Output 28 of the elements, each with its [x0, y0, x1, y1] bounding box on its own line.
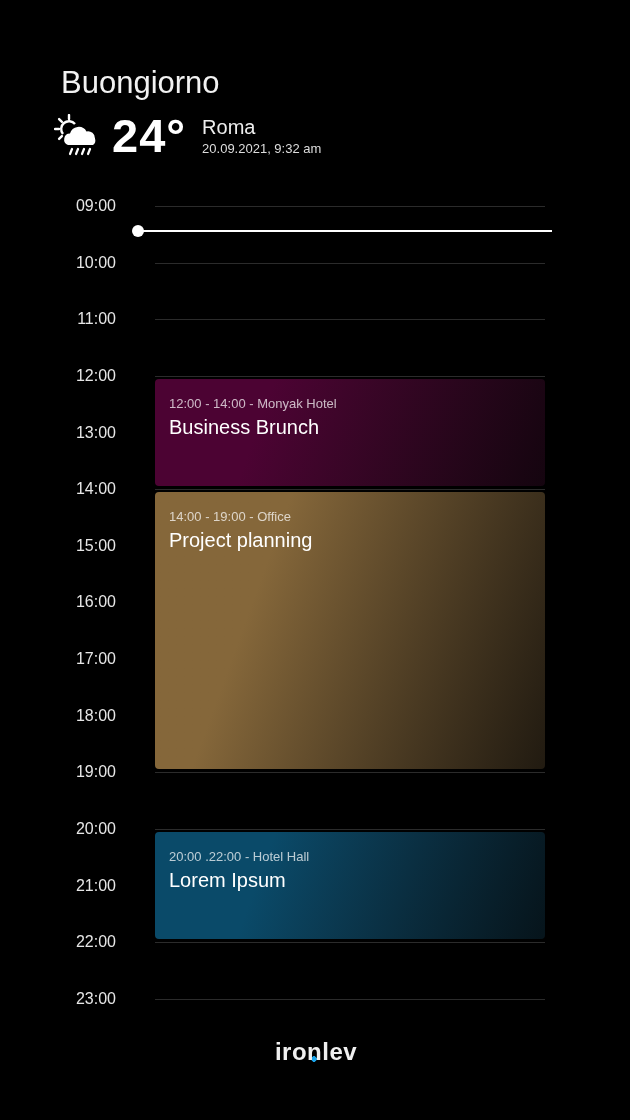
hour-label: 18:00 [75, 705, 116, 726]
event-time: 12:00 - 14:00 - Monyak Hotel [169, 395, 337, 412]
hour-label: 10:00 [75, 252, 116, 273]
event-card[interactable]: 14:00 - 19:00 - Office Project planning [155, 492, 545, 770]
temperature-text: 24° [112, 112, 187, 160]
hour-label: 23:00 [75, 988, 116, 1009]
date-time-text: 20.09.2021, 9:32 am [202, 141, 322, 157]
hour-label: 19:00 [75, 762, 116, 783]
hour-label: 13:00 [75, 422, 116, 443]
event-time: 20:00 .22:00 - Hotel Hall [169, 848, 310, 865]
hour-label: 12:00 [75, 365, 116, 386]
hour-label: 22:00 [75, 932, 116, 953]
hour-label: 09:00 [75, 196, 116, 216]
hour-label: 20:00 [75, 818, 116, 839]
hour-label: 14:00 [75, 479, 116, 500]
event-title: Project planning [169, 528, 313, 553]
hour-label: 11:00 [77, 309, 116, 330]
hour-label: 16:00 [75, 592, 116, 613]
greeting-title: Buongiorno [61, 64, 220, 102]
event-card[interactable]: 12:00 - 14:00 - Monyak Hotel Business Brunch [155, 378, 545, 487]
event-title: Lorem Ipsum [169, 867, 286, 892]
hour-label: 17:00 [75, 649, 116, 669]
hour-label: 15:00 [75, 535, 116, 556]
event-title: Business Brunch [169, 414, 320, 439]
city-name: Roma [202, 115, 256, 139]
hour-label: 21:00 [75, 875, 116, 896]
event-card[interactable]: 20:00 .22:00 - Hotel Hall Lorem Ipsum [155, 831, 545, 940]
event-time: 14:00 - 19:00 - Office [169, 509, 291, 526]
